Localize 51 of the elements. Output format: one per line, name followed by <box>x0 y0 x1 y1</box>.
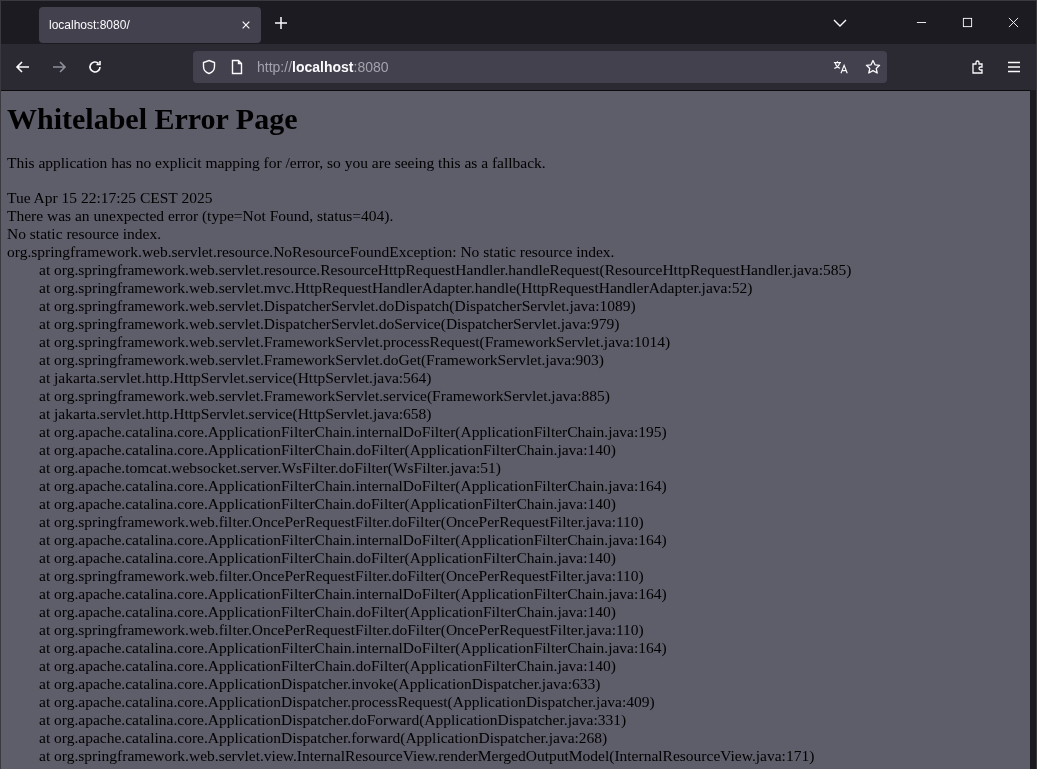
browser-tab[interactable]: localhost:8080/ <box>39 6 261 43</box>
page-heading: Whitelabel Error Page <box>7 101 299 137</box>
forward-arrow-icon <box>51 59 67 75</box>
stack-trace-line: at jakarta.servlet.http.HttpServlet.service(HttpServlet.java:658) <box>38 405 433 423</box>
error-text: Tue Apr 15 22:17:25 CEST 2025 <box>7 189 214 207</box>
stack-trace-line: at org.apache.catalina.core.ApplicationFilterChain.internalDoFilter(ApplicationFilterChain.java:164) <box>38 639 668 657</box>
stack-trace-line: at org.apache.catalina.core.ApplicationFilterChain.internalDoFilter(ApplicationFilterChain.java:164) <box>38 477 668 495</box>
stack-trace-line: at org.apache.catalina.core.ApplicationFilterChain.doFilter(ApplicationFilterChain.java:140) <box>38 603 617 621</box>
stack-trace-line: at org.springframework.web.filter.OncePerRequestFilter.doFilter(OncePerRequestFilter.java:110) <box>38 621 645 639</box>
stack-trace-line: at org.springframework.web.servlet.FrameworkServlet.doGet(FrameworkServlet.java:903) <box>38 351 605 369</box>
close-tab-icon[interactable] <box>241 19 251 30</box>
intro-text: This application has no explicit mapping for /error, so you are seeing this as a fallback. <box>7 154 547 172</box>
stack-trace-line: at org.apache.catalina.core.ApplicationFilterChain.doFilter(ApplicationFilterChain.java:140) <box>38 549 617 567</box>
back-arrow-icon <box>15 59 31 75</box>
stack-trace-line: at jakarta.servlet.http.HttpServlet.service(HttpServlet.java:564) <box>38 369 433 387</box>
stack-trace-line: at org.springframework.web.servlet.resource.ResourceHttpRequestHandler.handleRequest(ResourceHttpRequestHandler.java:585) <box>38 261 853 279</box>
stack-trace-line: at org.apache.catalina.core.ApplicationFilterChain.internalDoFilter(ApplicationFilterChain.java:164) <box>38 585 668 603</box>
reload-icon <box>87 59 103 75</box>
puzzle-icon <box>970 59 986 75</box>
stack-trace-line: at org.springframework.web.servlet.view.InternalResourceView.renderMergedOutputModel(InternalResourceView.java:171) <box>38 747 816 765</box>
stack-trace-line: at org.springframework.web.servlet.DispatcherServlet.doDispatch(DispatcherServlet.java:1089) <box>38 297 637 315</box>
stack-trace-line: at org.apache.catalina.core.ApplicationFilterChain.doFilter(ApplicationFilterChain.java:140) <box>38 441 617 459</box>
translate-icon[interactable] <box>833 59 849 75</box>
address-bar[interactable]: http://localhost:8080 <box>193 51 887 83</box>
stack-trace-line: at org.apache.catalina.core.ApplicationFilterChain.internalDoFilter(ApplicationFilterChain.java:195) <box>38 423 668 441</box>
plus-icon <box>273 14 289 31</box>
tab-title: localhost:8080/ <box>49 17 131 32</box>
shield-icon <box>201 59 217 75</box>
stack-trace-line: at org.apache.tomcat.websocket.server.WsFilter.doFilter(WsFilter.java:51) <box>38 459 502 477</box>
error-text: org.springframework.web.servlet.resource.NoResourceFoundException: No static resource index. <box>7 243 616 261</box>
stack-trace-line: at org.springframework.web.servlet.mvc.HttpRequestHandlerAdapter.handle(HttpRequestHandlerAdapter.java:52) <box>38 279 754 297</box>
stack-trace-line: at org.springframework.web.filter.OncePerRequestFilter.doFilter(OncePerRequestFilter.java:110) <box>38 567 645 585</box>
stack-trace-line: at org.springframework.web.servlet.FrameworkServlet.processRequest(FrameworkServlet.java:1014) <box>38 333 672 351</box>
stack-trace-line: at org.springframework.web.servlet.DispatcherServlet.doService(DispatcherServlet.java:979) <box>38 315 621 333</box>
stack-trace-line: at org.apache.catalina.core.ApplicationDispatcher.invoke(ApplicationDispatcher.java:633) <box>38 675 602 693</box>
maximize-icon <box>961 17 973 28</box>
url-text: http://localhost:8080 <box>257 59 389 75</box>
error-text: There was an unexpected error (type=Not Found, status=404). <box>7 207 395 225</box>
stack-trace-line: at org.apache.catalina.core.ApplicationDispatcher.forward(ApplicationDispatcher.java:268) <box>38 729 609 747</box>
star-icon[interactable] <box>865 59 881 75</box>
page-icon <box>229 59 245 75</box>
stack-trace-line: at org.apache.catalina.core.ApplicationFilterChain.doFilter(ApplicationFilterChain.java:140) <box>38 495 617 513</box>
stack-trace-line: at org.apache.catalina.core.ApplicationDispatcher.processRequest(ApplicationDispatcher.java:409) <box>38 693 656 711</box>
close-icon <box>1007 17 1019 28</box>
stack-trace-line: at org.apache.catalina.core.ApplicationFilterChain.doFilter(ApplicationFilterChain.java:140) <box>38 657 617 675</box>
stack-trace-line: at org.apache.catalina.core.ApplicationFilterChain.internalDoFilter(ApplicationFilterChain.java:164) <box>38 531 668 549</box>
stack-trace-line: at org.springframework.web.filter.OncePerRequestFilter.doFilter(OncePerRequestFilter.java:110) <box>38 513 645 531</box>
stack-trace-line: at org.springframework.web.servlet.FrameworkServlet.service(FrameworkServlet.java:885) <box>38 387 611 405</box>
menu-icon <box>1006 59 1022 75</box>
error-text: No static resource index. <box>7 225 163 243</box>
stack-trace-line: at org.apache.catalina.core.ApplicationDispatcher.doForward(ApplicationDispatcher.java:331) <box>38 711 628 729</box>
